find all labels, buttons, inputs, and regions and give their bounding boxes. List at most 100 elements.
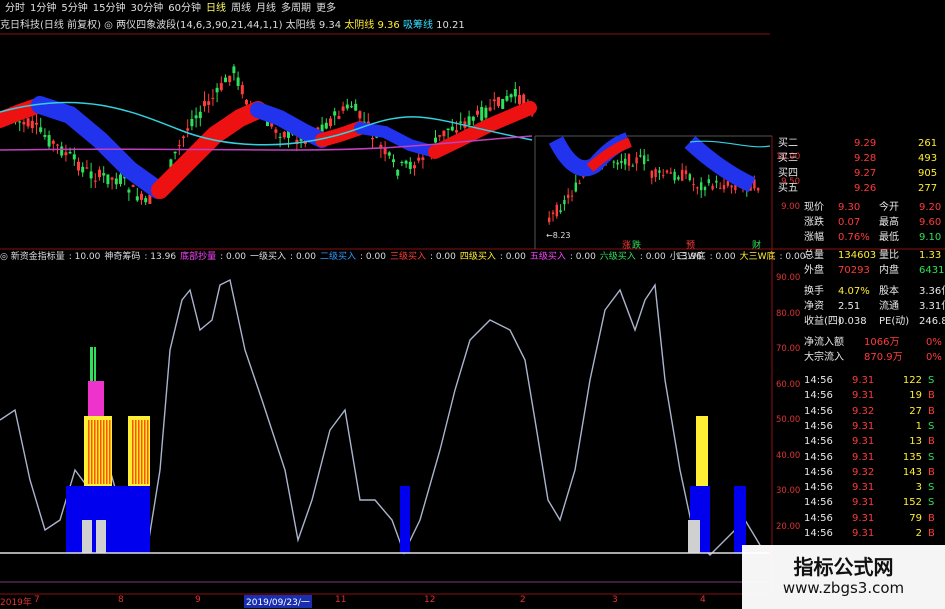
indicator-right-value: 13.96 <box>676 252 702 262</box>
tick-price: 9.31 <box>852 528 875 539</box>
candle-body <box>455 130 458 133</box>
tick-side: B <box>928 528 935 539</box>
candle-body <box>119 174 122 184</box>
candle-body <box>60 146 64 156</box>
signal-bar <box>147 420 149 484</box>
stat-value: 1.33 <box>919 250 942 261</box>
candle-body <box>203 101 206 107</box>
order-row: 买二 9.29 261 <box>776 136 945 151</box>
candle-body <box>488 107 492 111</box>
inset-candle-body <box>551 212 555 215</box>
stat-label: PE(动) <box>879 316 910 327</box>
candle-body <box>22 121 26 125</box>
candle-body <box>89 171 93 179</box>
inset-low-label: ←8.23 <box>546 231 571 240</box>
tick-time: 14:56 <box>804 436 833 448</box>
candle-body <box>513 89 517 97</box>
tick-side: S <box>928 451 935 463</box>
candle-body <box>459 121 463 123</box>
signal-bar <box>400 486 410 553</box>
candle-body <box>211 97 215 99</box>
candle-body <box>43 135 47 137</box>
stat-label: 净资 <box>804 301 824 312</box>
candle-body <box>408 161 412 169</box>
candle-body <box>18 121 22 123</box>
date-tick: 9 <box>195 595 201 605</box>
watermark-url: www.zbgs3.com <box>782 579 905 597</box>
candle-body <box>341 106 345 111</box>
candle-body <box>131 185 135 187</box>
indicator-item: : 0.00 <box>569 252 596 262</box>
candle-body <box>215 87 219 93</box>
candle-body <box>106 174 110 185</box>
stat-label: 涨幅 <box>804 232 824 243</box>
candle-body <box>358 111 362 119</box>
inset-candle-body <box>631 165 634 167</box>
candle-body <box>413 165 416 169</box>
inset-candle-body <box>673 171 676 181</box>
stat-value: 70293 <box>838 265 870 276</box>
stat-row: 净资 2.51 流通 3.31亿 <box>776 299 945 314</box>
date-tick: 2019年 <box>0 598 32 608</box>
candle-body <box>438 135 442 137</box>
inset-candle-body <box>624 158 627 165</box>
tick-row: 14:56 9.31 152 S <box>776 495 945 510</box>
candle-body <box>127 189 131 193</box>
stat-label: 换手 <box>804 286 824 297</box>
candle-body <box>476 110 479 115</box>
candle-body <box>81 166 85 173</box>
order-volume: 277 <box>918 183 938 194</box>
flow-row: 净流入额 1066万 0% <box>776 335 945 350</box>
candle-body <box>505 95 509 101</box>
inset-candle-body <box>703 187 707 191</box>
indicator-item: : 0.00 <box>709 252 736 262</box>
tick-price: 9.31 <box>852 497 875 509</box>
indicator-item: : 13.96 <box>144 252 177 262</box>
flow-label: 大宗流入 <box>804 352 844 363</box>
stat-value: 9.20 <box>919 202 942 213</box>
flow-value: 870.9万 <box>864 352 903 363</box>
candle-body <box>26 118 30 127</box>
stat-label: 流通 <box>879 301 899 312</box>
tick-side: S <box>928 420 935 432</box>
candle-body <box>51 140 55 144</box>
candle-body <box>186 128 190 131</box>
stat-value: 4.07% <box>838 286 870 297</box>
date-tick: 2 <box>520 595 526 605</box>
signal-bar <box>100 420 102 484</box>
candle-body <box>190 119 194 127</box>
tick-time: 14:56 <box>804 482 833 494</box>
tick-volume: 152 <box>902 497 922 509</box>
candle-body <box>383 147 387 155</box>
indicator-item: : 10.00 <box>68 252 101 262</box>
candle-body <box>64 152 68 156</box>
tick-volume: 19 <box>909 390 922 402</box>
inset-candle-body <box>654 169 657 178</box>
candle-body <box>194 115 198 119</box>
stat-value: 0.038 <box>838 316 867 327</box>
tick-price: 9.32 <box>852 466 875 478</box>
tick-time: 14:56 <box>804 497 833 509</box>
tick-price: 9.31 <box>852 420 875 432</box>
signal-bar <box>141 420 143 484</box>
order-volume: 493 <box>918 153 938 164</box>
order-row: 买三 9.28 493 <box>776 151 945 166</box>
candle-body <box>182 136 185 138</box>
inset-candle-body <box>757 188 760 191</box>
candle-body <box>480 106 484 121</box>
candle-body <box>400 161 404 163</box>
inset-ribbon <box>684 136 756 193</box>
tick-volume: 3 <box>915 482 922 494</box>
candle-body <box>446 128 450 131</box>
order-row: 买四 9.27 905 <box>776 166 945 181</box>
tick-row: 14:56 9.31 3 S <box>776 480 945 495</box>
stat-label: 量比 <box>879 250 899 261</box>
indicator-item: : 0.00 <box>499 252 526 262</box>
indicator-item: 大三W底 <box>739 252 776 262</box>
inset-candle-body <box>627 154 631 166</box>
tick-row: 14:56 9.31 1 S <box>776 419 945 434</box>
tick-side: B <box>928 405 935 417</box>
candle-body <box>434 137 437 143</box>
tick-time: 14:56 <box>804 405 833 417</box>
stat-row: 涨跌 0.07 最高 9.60 <box>776 215 945 230</box>
